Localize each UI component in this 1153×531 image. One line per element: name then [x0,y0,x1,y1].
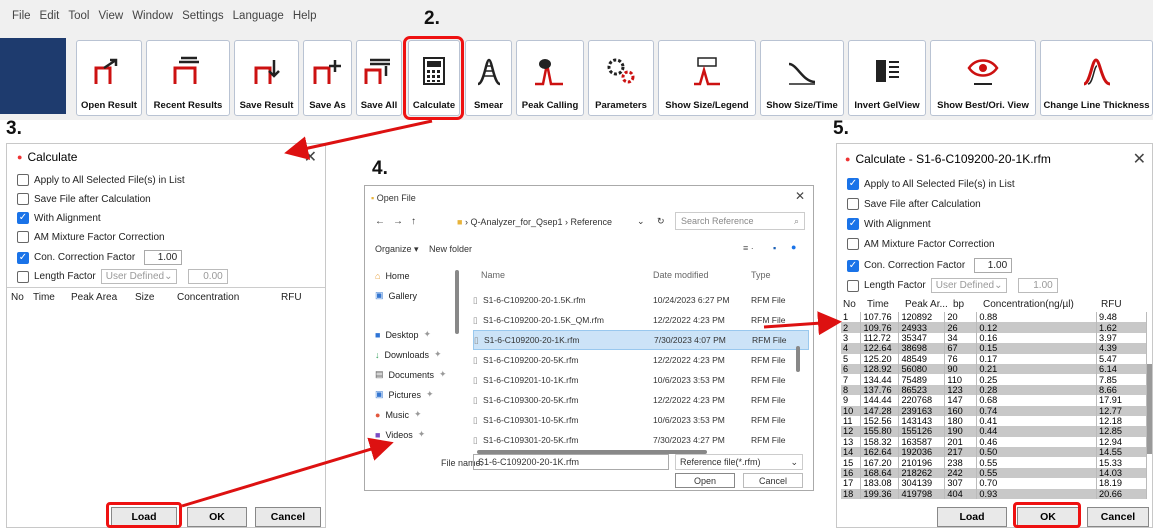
arrow-load-to-openfile [181,437,394,508]
arrow-file-to-result [763,311,842,336]
arrow-calculate-to-dialog [284,119,433,160]
annotation-arrows [181,119,842,508]
